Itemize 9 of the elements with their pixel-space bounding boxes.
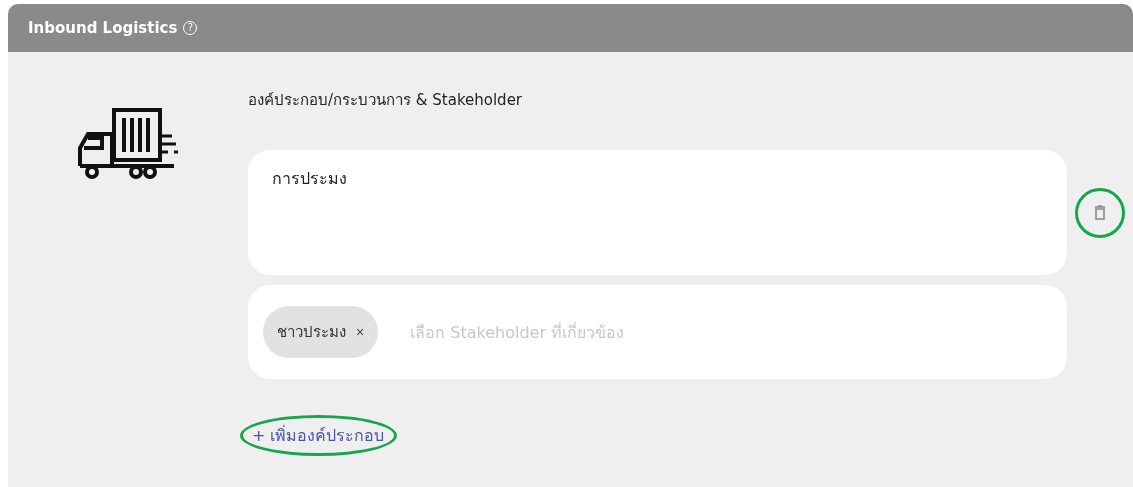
- tag-label: ชาวประมง: [277, 322, 346, 343]
- component-name-field[interactable]: การประมง: [248, 150, 1067, 275]
- section-label: องค์ประกอบ/กระบวนการ & Stakeholder: [248, 90, 524, 111]
- remove-tag-button[interactable]: ×: [356, 324, 365, 340]
- trash-icon: [1094, 205, 1106, 220]
- panel-title: Inbound Logistics: [28, 19, 178, 37]
- add-component-link[interactable]: + เพิ่มองค์ประกอบ: [252, 426, 385, 445]
- truck-icon: [76, 108, 180, 180]
- delete-button[interactable]: [1075, 187, 1125, 238]
